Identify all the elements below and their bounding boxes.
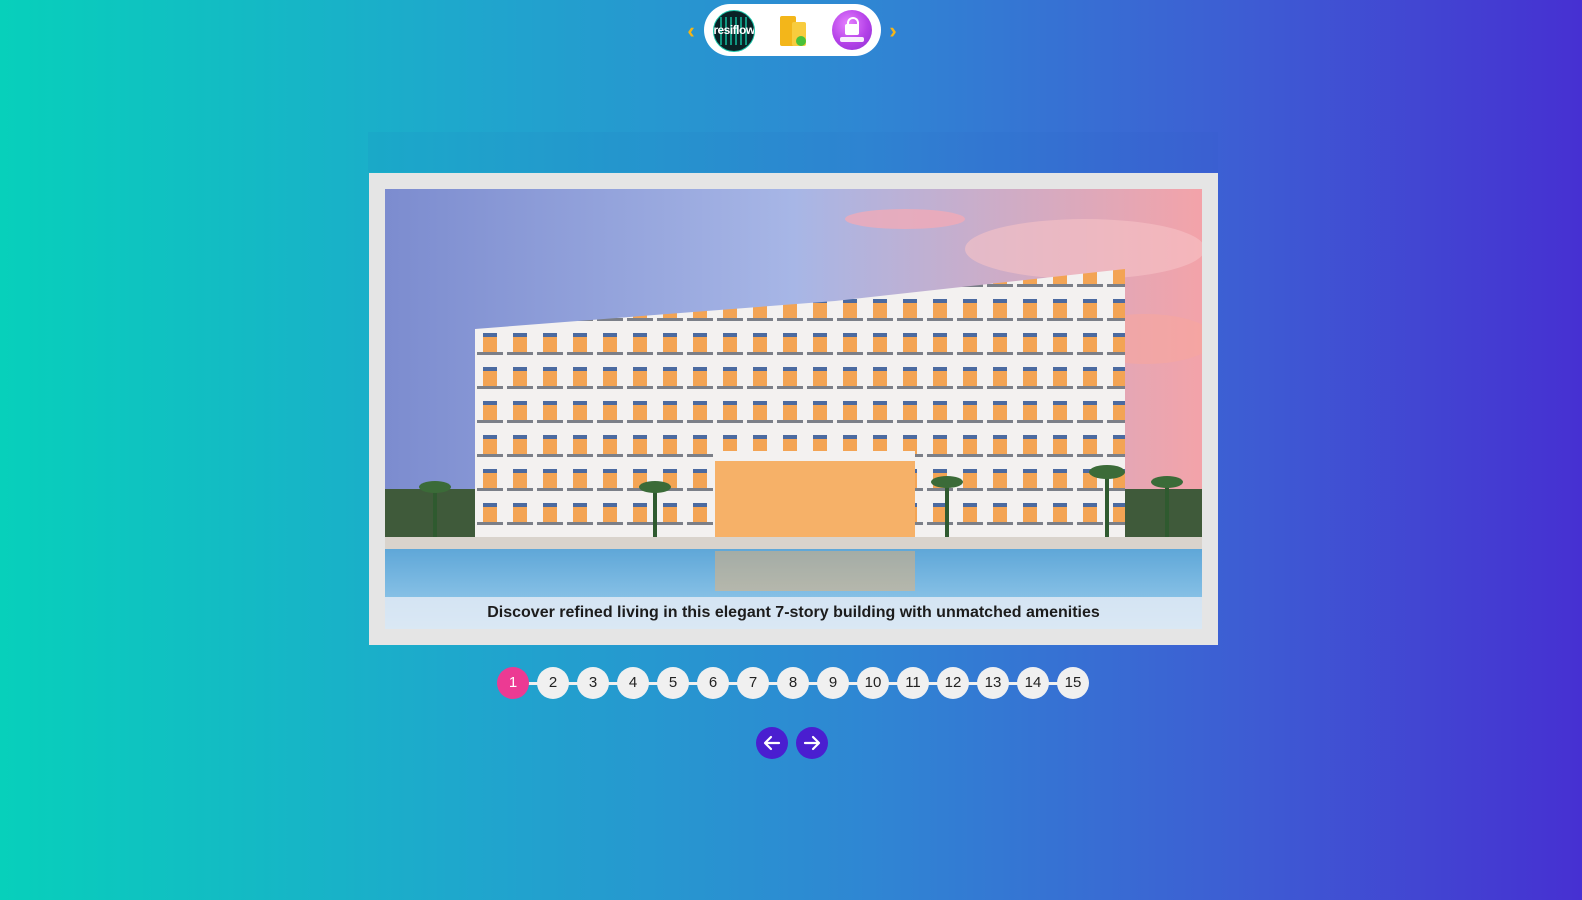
pagination: 1 2 3 4 5 6 7 8 9 10 11 12 13 14 15 (497, 667, 1097, 699)
lock-icon[interactable] (832, 10, 872, 50)
caption-bar: Discover refined living in this elegant … (385, 597, 1202, 629)
page-dot-15[interactable]: 15 (1057, 667, 1089, 699)
resiflow-logo-text: resiflow (713, 23, 755, 37)
page-dot-8[interactable]: 8 (777, 667, 809, 699)
arrow-left-icon (763, 735, 781, 751)
page-dot-3[interactable]: 3 (577, 667, 609, 699)
page-dot-4[interactable]: 4 (617, 667, 649, 699)
app-switcher: ‹ resiflow › (682, 4, 906, 56)
gallery-header-band (368, 132, 1218, 172)
arrow-right-icon (803, 735, 821, 751)
chevron-right-icon[interactable]: › (884, 20, 902, 42)
page-dot-9[interactable]: 9 (817, 667, 849, 699)
page-dot-7[interactable]: 7 (737, 667, 769, 699)
prev-button[interactable] (756, 727, 788, 759)
page-dot-11[interactable]: 11 (897, 667, 929, 699)
chevron-left-icon[interactable]: ‹ (682, 20, 700, 42)
next-button[interactable] (796, 727, 828, 759)
page-dot-2[interactable]: 2 (537, 667, 569, 699)
page-dot-10[interactable]: 10 (857, 667, 889, 699)
page-dot-5[interactable]: 5 (657, 667, 689, 699)
gallery-frame: Discover refined living in this elegant … (369, 173, 1218, 645)
page-dot-13[interactable]: 13 (977, 667, 1009, 699)
building-photo-illustration (385, 189, 1202, 629)
gallery-photo[interactable]: Discover refined living in this elegant … (385, 189, 1202, 629)
building-icon[interactable] (774, 10, 814, 50)
page-dot-1[interactable]: 1 (497, 667, 529, 699)
page-dot-6[interactable]: 6 (697, 667, 729, 699)
resiflow-app-icon[interactable]: resiflow (713, 10, 755, 52)
app-switcher-pill: resiflow (704, 4, 881, 56)
page-dot-14[interactable]: 14 (1017, 667, 1049, 699)
slide-caption: Discover refined living in this elegant … (487, 604, 1100, 621)
page-dot-12[interactable]: 12 (937, 667, 969, 699)
